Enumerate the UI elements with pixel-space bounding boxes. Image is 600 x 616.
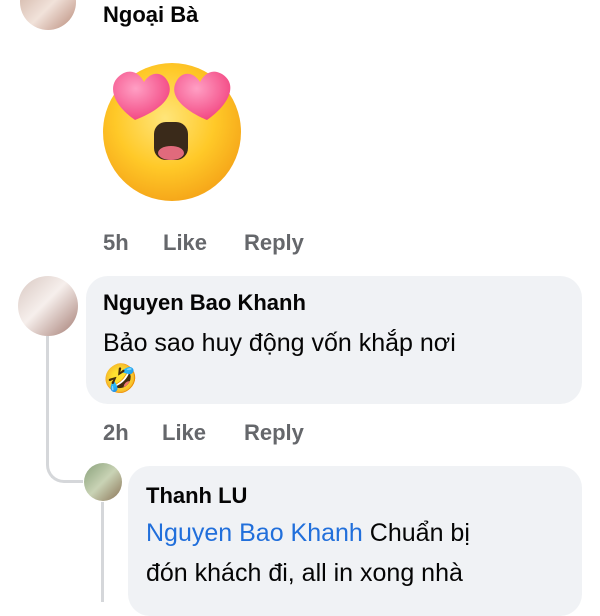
- comment-text: Bảo sao huy động vốn khắp nơi: [103, 329, 456, 357]
- mention-link[interactable]: Nguyen Bao Khanh: [146, 519, 363, 547]
- rofl-emoji: 🤣: [103, 363, 138, 394]
- comment-author[interactable]: Ngoại Bà: [103, 2, 198, 28]
- like-button[interactable]: Like: [162, 420, 206, 446]
- like-button[interactable]: Like: [163, 230, 207, 256]
- avatar[interactable]: [18, 276, 78, 336]
- comment-text: Chuẩn bị: [369, 519, 470, 547]
- comment-meta: 5h Like Reply: [103, 230, 353, 260]
- avatar[interactable]: [20, 0, 76, 30]
- thread-connector: [46, 440, 83, 483]
- heart-eyes-emoji-sticker: [103, 63, 241, 201]
- thread-line-lower: [101, 502, 104, 602]
- reply-button[interactable]: Reply: [244, 230, 304, 256]
- comment-text-line: đón khách đi, all in xong nhà: [146, 559, 463, 587]
- reply-button[interactable]: Reply: [244, 420, 304, 446]
- thread-line: [46, 336, 49, 456]
- comment-text-line: Nguyen Bao Khanh Chuẩn bị: [146, 518, 470, 548]
- timestamp[interactable]: 5h: [103, 230, 129, 256]
- avatar[interactable]: [84, 463, 122, 501]
- comment-author[interactable]: Thanh LU: [146, 483, 247, 509]
- timestamp[interactable]: 2h: [103, 420, 129, 446]
- comment-meta: 2h Like Reply: [103, 420, 353, 450]
- comment-author[interactable]: Nguyen Bao Khanh: [103, 290, 306, 316]
